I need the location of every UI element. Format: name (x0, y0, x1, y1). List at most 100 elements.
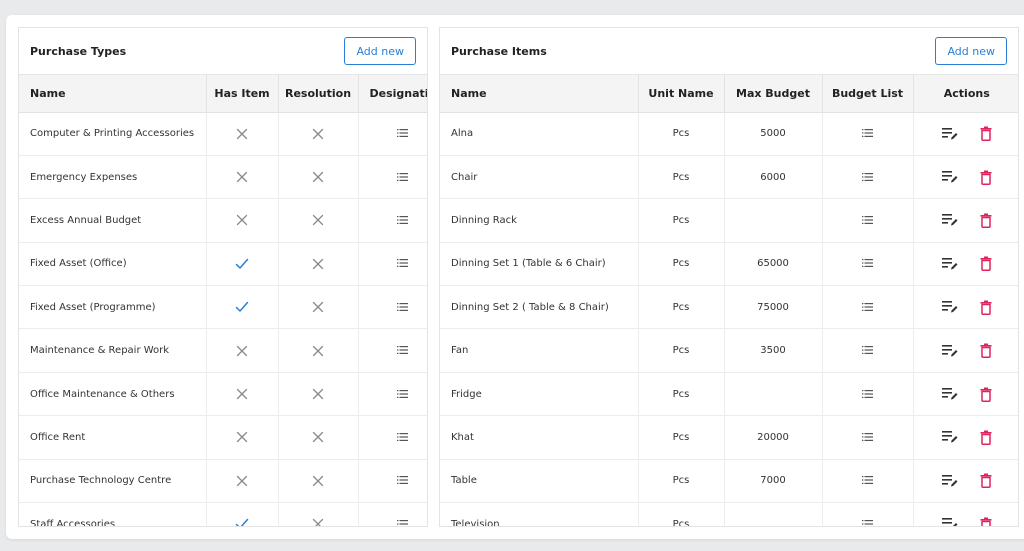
designation-cell (358, 415, 427, 460)
column-header-actions: Actions (913, 75, 1018, 113)
purchase-item-name: Fan (440, 328, 639, 373)
table-row[interactable]: Fan Pcs 3500 (440, 328, 1018, 373)
purchase-items-panel: Purchase Items Add new Name Unit Name Ma… (439, 27, 1019, 527)
table-row[interactable]: Fridge Pcs (440, 372, 1019, 417)
list-icon[interactable] (862, 172, 873, 181)
trash-icon[interactable] (980, 430, 992, 445)
purchase-item-name: Dinning Rack (440, 198, 639, 243)
list-icon[interactable] (397, 172, 409, 181)
trash-icon[interactable] (980, 213, 992, 228)
column-header-resolution[interactable]: Resolution (278, 75, 359, 113)
list-icon[interactable] (397, 129, 409, 138)
actions-cell (913, 242, 1018, 287)
actions-cell (913, 155, 1018, 200)
add-purchase-type-button[interactable]: Add new (344, 37, 416, 65)
budget-list-cell (822, 502, 914, 526)
list-icon[interactable] (397, 476, 409, 485)
list-icon[interactable] (397, 346, 409, 355)
table-row[interactable]: Staff Accessories (19, 502, 427, 526)
designation-cell (358, 459, 427, 504)
list-icon[interactable] (862, 389, 873, 398)
edit-list-icon[interactable] (941, 430, 958, 444)
purchase-types-title: Purchase Types (30, 44, 127, 58)
purchase-type-name: Emergency Expenses (19, 155, 207, 200)
table-row[interactable]: Excess Annual Budget (19, 198, 427, 243)
column-header-unit-name[interactable]: Unit Name (638, 75, 725, 113)
table-row[interactable]: Emergency Expenses (19, 155, 427, 200)
list-icon[interactable] (397, 389, 409, 398)
edit-list-icon[interactable] (941, 127, 958, 141)
list-icon[interactable] (862, 129, 873, 138)
close-icon (312, 171, 324, 183)
close-icon (312, 431, 324, 443)
list-icon[interactable] (862, 259, 873, 268)
actions-cell (913, 198, 1018, 243)
edit-list-icon[interactable] (941, 300, 958, 314)
edit-list-icon[interactable] (941, 387, 958, 401)
table-row[interactable]: Television Pcs (440, 502, 1019, 526)
check-icon (235, 258, 249, 270)
table-row[interactable]: Purchase Technology Centre (19, 459, 427, 504)
list-icon[interactable] (862, 519, 873, 526)
has-item-cell (206, 112, 279, 156)
list-icon[interactable] (862, 346, 873, 355)
add-purchase-item-button[interactable]: Add new (935, 37, 1007, 65)
table-row[interactable]: Office Rent (19, 415, 427, 460)
trash-icon[interactable] (980, 126, 992, 142)
row-actions (914, 503, 1019, 526)
purchase-items-title: Purchase Items (451, 44, 547, 58)
column-header-name[interactable]: Name (440, 75, 639, 113)
purchase-item-name: Table (440, 459, 639, 504)
edit-list-icon[interactable] (941, 257, 958, 271)
designation-cell (358, 502, 427, 526)
column-header-designation[interactable]: Designatio (358, 75, 427, 113)
column-header-name[interactable]: Name (19, 75, 207, 113)
edit-list-icon[interactable] (941, 517, 958, 526)
trash-icon[interactable] (980, 473, 992, 489)
table-row[interactable]: Dinning Set 2 ( Table & 8 Chair) Pcs 75000 (440, 285, 1018, 330)
table-row[interactable]: Table Pcs 7000 (440, 459, 1018, 504)
table-row[interactable]: Dinning Rack Pcs (440, 198, 1018, 243)
edit-list-icon[interactable] (941, 474, 958, 488)
table-row[interactable]: Fixed Asset (Programme) (19, 285, 427, 330)
edit-list-icon[interactable] (941, 344, 958, 358)
edit-list-icon[interactable] (941, 213, 958, 227)
list-icon[interactable] (397, 432, 409, 441)
trash-icon[interactable] (980, 256, 992, 272)
list-icon[interactable] (862, 476, 873, 485)
list-icon[interactable] (862, 215, 873, 224)
table-row[interactable]: Dinning Set 1 (Table & 6 Chair) Pcs 65000 (440, 242, 1018, 287)
list-icon[interactable] (397, 519, 409, 526)
trash-icon[interactable] (980, 517, 992, 526)
has-item-cell (206, 372, 279, 417)
trash-icon[interactable] (980, 170, 992, 185)
column-header-max-budget[interactable]: Max Budget (724, 75, 823, 113)
row-actions (914, 373, 1019, 415)
purchase-item-name: Alna (440, 112, 639, 156)
actions-cell (913, 328, 1018, 373)
table-row[interactable]: Office Maintenance & Others (19, 372, 427, 417)
list-icon[interactable] (397, 302, 409, 311)
column-header-budget-list[interactable]: Budget List (822, 75, 914, 113)
list-icon[interactable] (397, 215, 409, 224)
budget-list-cell (822, 459, 914, 504)
list-icon[interactable] (862, 432, 873, 441)
column-header-has-item[interactable]: Has Item (206, 75, 279, 113)
table-row[interactable]: Chair Pcs 6000 (440, 155, 1018, 200)
list-icon[interactable] (862, 302, 873, 311)
trash-icon[interactable] (980, 300, 992, 315)
table-row[interactable]: Maintenance & Repair Work (19, 328, 427, 373)
edit-list-icon[interactable] (941, 170, 958, 184)
table-row[interactable]: Alna Pcs 5000 (440, 112, 1019, 156)
max-budget-cell: 20000 (724, 415, 823, 460)
list-icon[interactable] (397, 259, 409, 268)
unit-name-cell: Pcs (638, 502, 725, 526)
table-row[interactable]: Khat Pcs 20000 (440, 415, 1018, 460)
table-row[interactable]: Computer & Printing Accessories (19, 112, 427, 156)
row-actions (914, 113, 1019, 155)
table-row[interactable]: Fixed Asset (Office) (19, 242, 427, 287)
trash-icon[interactable] (980, 387, 992, 402)
close-icon (312, 345, 324, 357)
trash-icon[interactable] (980, 343, 992, 359)
budget-list-cell (822, 372, 914, 417)
